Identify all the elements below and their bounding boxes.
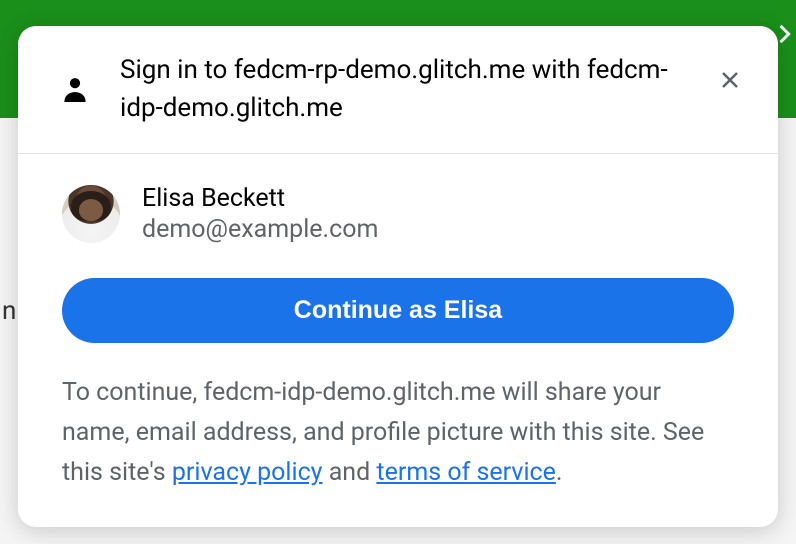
- background-partial-text: n: [2, 296, 16, 326]
- close-icon: [718, 68, 742, 92]
- dialog-header: Sign in to fedcm-rp-demo.glitch.me with …: [18, 26, 778, 154]
- account-name: Elisa Beckett: [142, 184, 378, 213]
- dialog-title: Sign in to fedcm-rp-demo.glitch.me with …: [120, 52, 686, 127]
- privacy-policy-link[interactable]: privacy policy: [172, 458, 323, 487]
- close-button[interactable]: [712, 62, 748, 98]
- fedcm-signin-dialog: Sign in to fedcm-rp-demo.glitch.me with …: [18, 26, 778, 527]
- account-row[interactable]: Elisa Beckett demo@example.com: [62, 184, 734, 244]
- disclosure-and: and: [323, 458, 377, 487]
- account-email: demo@example.com: [142, 215, 378, 244]
- account-info: Elisa Beckett demo@example.com: [142, 184, 378, 244]
- avatar: [62, 185, 120, 243]
- person-icon: [56, 71, 94, 109]
- terms-of-service-link[interactable]: terms of service: [376, 458, 555, 487]
- continue-button[interactable]: Continue as Elisa: [62, 278, 734, 343]
- dialog-body: Elisa Beckett demo@example.com Continue …: [18, 154, 778, 527]
- disclosure-text: To continue, fedcm-idp-demo.glitch.me wi…: [62, 373, 734, 493]
- disclosure-suffix: .: [556, 458, 563, 487]
